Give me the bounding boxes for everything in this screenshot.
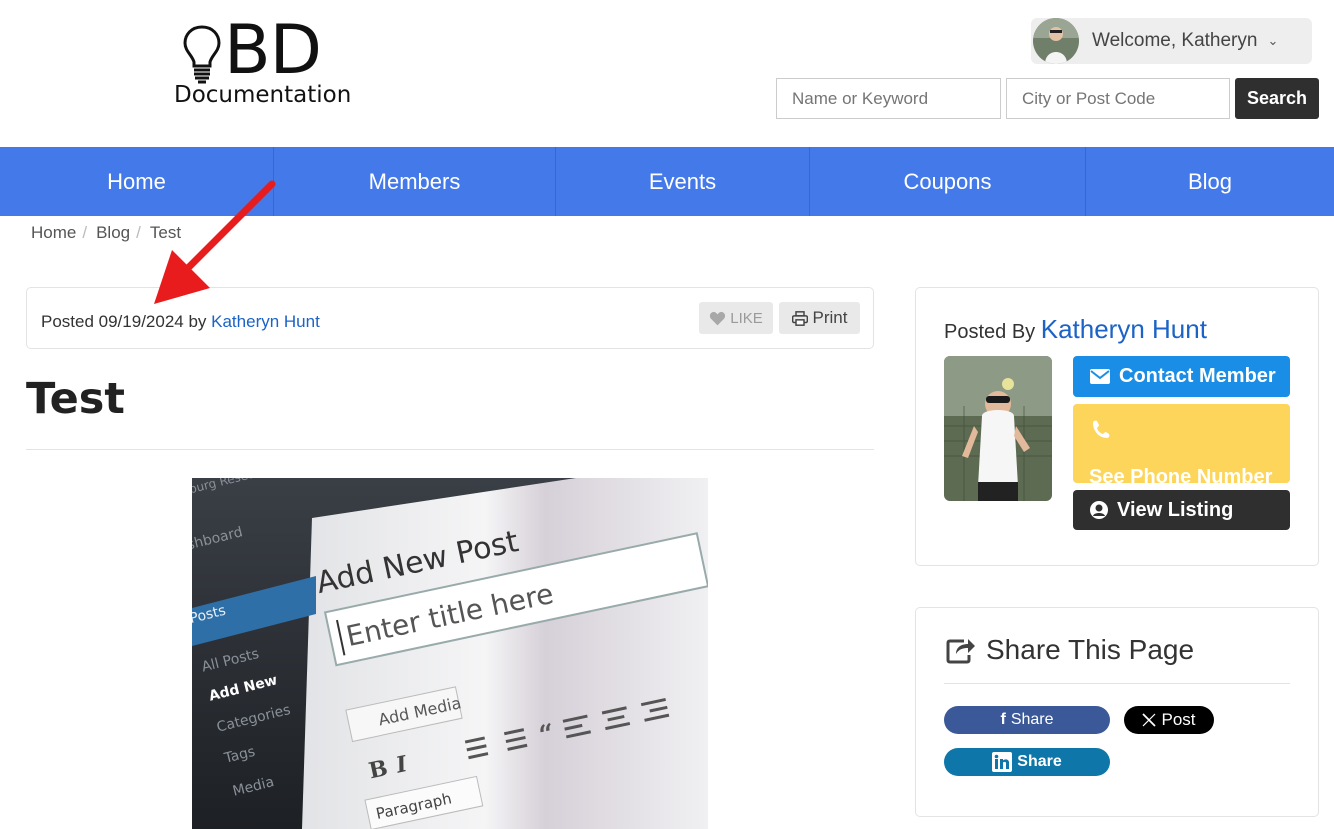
logo-text: Documentation xyxy=(174,82,352,108)
location-input[interactable] xyxy=(1006,78,1230,119)
welcome-text: Welcome, Katheryn xyxy=(1092,30,1258,51)
user-circle-icon xyxy=(1090,501,1108,519)
heart-icon xyxy=(710,311,726,325)
facebook-share-label: Share xyxy=(1010,711,1054,728)
posted-by-label: Posted By xyxy=(944,321,1036,343)
print-label: Print xyxy=(812,308,848,327)
user-menu[interactable]: Welcome, Katheryn ⌄ xyxy=(1031,18,1312,64)
logo-mark: BD xyxy=(224,11,322,90)
author-link[interactable]: Katheryn Hunt xyxy=(211,312,320,331)
view-listing-button[interactable]: View Listing xyxy=(1073,490,1290,530)
post-featured-image: Dashboard Posts All Posts Add New Catego… xyxy=(192,478,708,829)
post-title: Test xyxy=(26,374,125,424)
post-meta: Posted 09/19/2024 by Katheryn Hunt xyxy=(41,312,320,332)
print-icon xyxy=(791,310,808,326)
posted-by: Posted By Katheryn Hunt xyxy=(944,314,1207,345)
author-card: Posted By Katheryn Hunt Contact Member S… xyxy=(915,287,1319,566)
see-phone-button[interactable]: See Phone Number xyxy=(1073,404,1290,488)
share-title: Share This Page xyxy=(986,634,1195,665)
search-button[interactable]: Search xyxy=(1235,78,1319,119)
breadcrumb-home[interactable]: Home xyxy=(31,223,76,243)
phone-icon xyxy=(1093,420,1110,438)
site-logo[interactable]: BD Documentation xyxy=(172,16,372,112)
view-listing-label: View Listing xyxy=(1117,498,1234,521)
like-button[interactable]: LIKE xyxy=(699,302,773,334)
share-heading: Share This Page xyxy=(946,634,1194,666)
search-bar: Search xyxy=(776,78,1319,119)
avatar xyxy=(1033,18,1079,64)
breadcrumb-separator: / xyxy=(82,223,88,242)
x-logo-icon xyxy=(1142,713,1157,727)
divider xyxy=(944,683,1290,684)
post-date: Posted 09/19/2024 by xyxy=(41,312,212,331)
nav-item-members[interactable]: Members xyxy=(274,147,556,216)
divider xyxy=(26,449,874,450)
print-button[interactable]: Print xyxy=(779,302,860,334)
author-name-link[interactable]: Katheryn Hunt xyxy=(1041,314,1207,344)
envelope-icon xyxy=(1090,369,1110,384)
author-photo[interactable] xyxy=(944,356,1052,501)
share-square-icon xyxy=(946,639,975,664)
chevron-down-icon: ⌄ xyxy=(1267,33,1279,48)
linkedin-share-label: Share xyxy=(1017,753,1062,770)
x-post-label: Post xyxy=(1161,710,1196,729)
annotation-arrow xyxy=(154,180,276,304)
nav-item-blog[interactable]: Blog xyxy=(1086,147,1334,216)
share-card: Share This Page f Share Post Share xyxy=(915,607,1319,817)
breadcrumb-blog[interactable]: Blog xyxy=(96,223,130,243)
keyword-input[interactable] xyxy=(776,78,1001,119)
contact-member-label: Contact Member xyxy=(1119,365,1276,387)
lightbulb-icon xyxy=(183,25,221,84)
facebook-icon: f xyxy=(1000,711,1006,728)
like-label: LIKE xyxy=(730,309,763,327)
linkedin-icon xyxy=(992,752,1013,772)
nav-item-coupons[interactable]: Coupons xyxy=(810,147,1086,216)
x-post-button[interactable]: Post xyxy=(1124,706,1214,734)
facebook-share-button[interactable]: f Share xyxy=(944,706,1110,734)
linkedin-share-button[interactable]: Share xyxy=(944,748,1110,776)
nav-item-events[interactable]: Events xyxy=(556,147,810,216)
contact-member-button[interactable]: Contact Member xyxy=(1073,356,1290,397)
